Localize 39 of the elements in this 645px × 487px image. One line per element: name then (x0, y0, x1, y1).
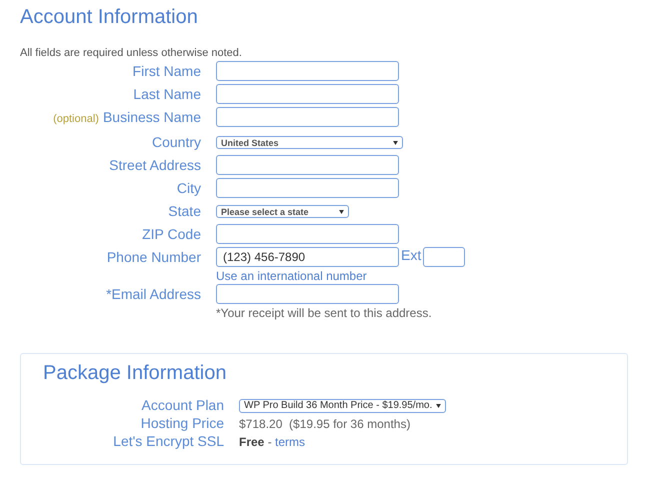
ext-label: Ext (401, 247, 422, 263)
field-label: Business Name (102, 109, 201, 125)
input-field[interactable] (216, 107, 399, 127)
international-number-link[interactable]: Use an international number (216, 269, 367, 284)
dropdown[interactable]: WP Pro Build 36 Month Price - $19.95/mo. (239, 398, 446, 412)
field-label: Street Address (109, 157, 201, 173)
terms-link[interactable]: terms (275, 434, 306, 448)
section-title: Account Information (20, 6, 199, 29)
caret-icon (393, 140, 398, 144)
input-field[interactable]: (123) 456-7890 (216, 247, 399, 267)
field-hint: *Your receipt will be sent to this address. (216, 306, 432, 321)
dropdown[interactable]: Please select a state (216, 205, 349, 218)
field-label: City (176, 180, 201, 196)
field-label: State (168, 203, 201, 219)
free-text: Free (239, 434, 264, 448)
input-field[interactable] (216, 155, 399, 175)
field-label: Last Name (133, 86, 201, 102)
field-label: Country (152, 134, 201, 150)
input-field[interactable] (216, 224, 399, 244)
section-title: Package Information (43, 362, 228, 385)
field-label: Let's Encrypt SSL (112, 433, 224, 450)
input-field[interactable] (216, 61, 399, 81)
price-text: $718.20 ($19.95 for 36 months) (239, 416, 410, 430)
required-note: All fields are required unless otherwise noted. (20, 47, 243, 59)
separator-text: - (266, 434, 273, 448)
field-label: Hosting Price (140, 415, 224, 432)
caret-icon (436, 404, 442, 408)
input-field[interactable] (216, 178, 399, 198)
dropdown[interactable]: United States (216, 136, 403, 149)
input-field[interactable] (216, 284, 399, 304)
field-label: Phone Number (106, 249, 201, 265)
optional-note: (optional) (53, 113, 99, 125)
input-field[interactable] (423, 247, 466, 267)
field-label: Account Plan (140, 397, 224, 414)
input-field[interactable] (216, 84, 399, 104)
field-label: *Email Address (106, 286, 201, 302)
field-label: First Name (132, 63, 201, 79)
caret-icon (339, 210, 344, 214)
field-label: ZIP Code (142, 226, 201, 242)
